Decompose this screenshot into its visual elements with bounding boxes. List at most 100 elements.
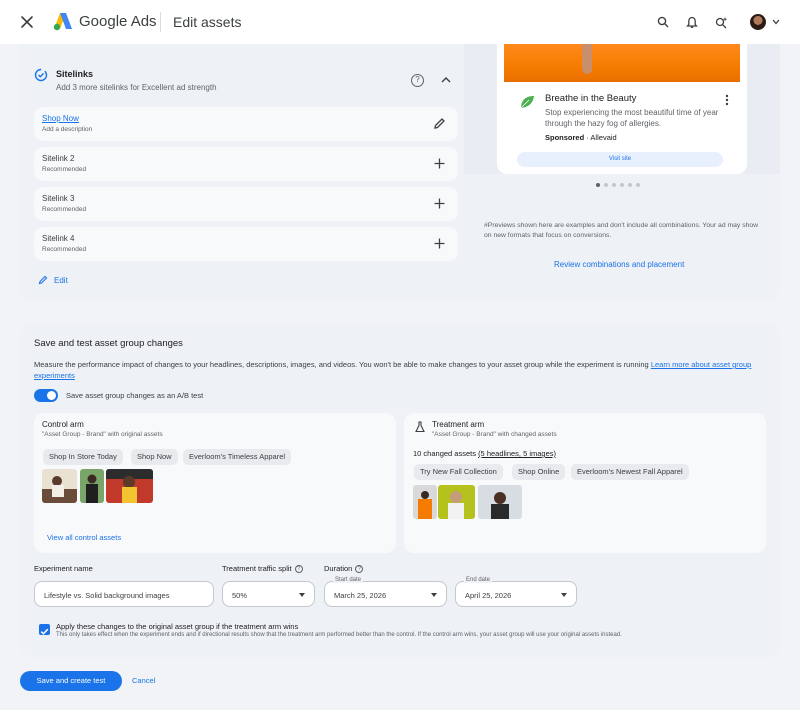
review-combinations-link[interactable]: Review combinations and placement xyxy=(554,260,684,269)
headline-chip: Shop Online xyxy=(512,464,566,480)
sitelink-row[interactable]: Sitelink 3 Recommended xyxy=(34,187,458,221)
sitelink-name[interactable]: Shop Now xyxy=(42,114,79,123)
ad-description: Stop experiencing the most beautiful tim… xyxy=(545,108,719,128)
chevron-up-icon[interactable] xyxy=(440,75,452,85)
search-icon[interactable] xyxy=(652,11,674,33)
start-date-label: Start date xyxy=(333,577,364,583)
pencil-icon xyxy=(38,275,48,285)
experiment-name-value: Lifestyle vs. Solid background images xyxy=(44,591,170,600)
carousel-dot[interactable] xyxy=(612,183,616,187)
check-icon xyxy=(40,628,49,635)
advertiser-name: · Allevaid xyxy=(586,133,617,142)
traffic-split-select[interactable]: 50% xyxy=(222,581,315,607)
treatment-image xyxy=(478,485,522,519)
info-icon[interactable]: ? xyxy=(355,565,364,574)
changed-breakdown: (5 headlines, 5 images) xyxy=(478,449,557,458)
ad-image xyxy=(504,44,740,82)
dropdown-arrow-icon xyxy=(561,593,567,597)
page-title: Edit assets xyxy=(173,14,242,30)
ab-test-toggle[interactable] xyxy=(34,389,58,402)
sitelink-name: Sitelink 4 xyxy=(42,234,75,243)
dropdown-arrow-icon xyxy=(431,593,437,597)
end-date-label: End date xyxy=(464,577,493,583)
plus-icon[interactable] xyxy=(433,157,446,170)
changed-assets-summary: 10 changed assets (5 headlines, 5 images… xyxy=(413,449,556,458)
control-arm-title: Control arm xyxy=(42,420,84,429)
edit-label: Edit xyxy=(54,275,68,285)
account-menu[interactable] xyxy=(746,10,782,34)
bell-icon[interactable] xyxy=(681,11,703,33)
edit-sitelinks-link[interactable]: Edit xyxy=(38,275,68,285)
brand-name: Google Ads xyxy=(79,13,157,30)
treatment-image xyxy=(438,485,475,519)
duration-label-text: Duration xyxy=(324,564,353,573)
sitelink-description: Recommended xyxy=(42,246,87,253)
apply-changes-label: Apply these changes to the original asse… xyxy=(56,622,299,631)
carousel-dot[interactable] xyxy=(620,183,624,187)
traffic-split-label-text: Treatment traffic split xyxy=(222,564,292,573)
carousel-dot[interactable] xyxy=(604,183,608,187)
view-control-assets-link[interactable]: View all control assets xyxy=(47,533,121,542)
experiment-name-label: Experiment name xyxy=(34,564,93,573)
cancel-button[interactable]: Cancel xyxy=(132,676,155,685)
start-date-select[interactable]: Start date March 25, 2026 xyxy=(324,577,447,607)
ab-test-toggle-label: Save asset group changes as an A/B test xyxy=(66,391,204,400)
sitelinks-subtitle: Add 3 more sitelinks for Excellent ad st… xyxy=(56,83,217,92)
flask-icon xyxy=(415,421,425,433)
headline-chip: Shop Now xyxy=(131,449,178,465)
headline-chip: Try New Fall Collection xyxy=(414,464,503,480)
sponsored-line: Sponsored · Allevaid xyxy=(545,133,617,142)
treatment-arm-title: Treatment arm xyxy=(432,420,485,429)
save-and-create-test-button[interactable]: Save and create test xyxy=(20,671,122,691)
avatar[interactable] xyxy=(750,14,766,30)
start-date-value: March 25, 2026 xyxy=(334,591,387,600)
end-date-value: April 25, 2026 xyxy=(465,591,512,600)
help-icon[interactable]: ? xyxy=(411,74,424,87)
sitelink-name: Sitelink 3 xyxy=(42,194,75,203)
info-icon[interactable]: ? xyxy=(294,565,303,574)
duration-label: Duration? xyxy=(324,564,364,574)
sitelink-description: Add a description xyxy=(42,126,93,133)
end-date-select[interactable]: End date April 25, 2026 xyxy=(455,577,577,607)
carousel-dot[interactable] xyxy=(628,183,632,187)
google-ads-logo-icon xyxy=(53,13,72,31)
experiment-name-input[interactable]: Lifestyle vs. Solid background images xyxy=(34,581,214,607)
close-icon[interactable] xyxy=(18,13,36,31)
plus-icon[interactable] xyxy=(433,197,446,210)
sitelink-row[interactable]: Sitelink 4 Recommended xyxy=(34,227,458,261)
carousel-dots[interactable] xyxy=(596,183,640,187)
sitelinks-title: Sitelinks xyxy=(56,69,94,79)
control-arm-subtitle: "Asset Group - Brand" with original asse… xyxy=(42,431,163,438)
pencil-icon[interactable] xyxy=(433,117,446,130)
traffic-split-value: 50% xyxy=(232,591,248,600)
carousel-dot[interactable] xyxy=(596,183,600,187)
control-image xyxy=(106,469,153,503)
apply-changes-note: This only takes effect when the experime… xyxy=(56,632,622,638)
plus-icon[interactable] xyxy=(433,237,446,250)
apply-changes-checkbox[interactable] xyxy=(39,624,50,635)
carousel-dot[interactable] xyxy=(636,183,640,187)
sitelink-row[interactable]: Sitelink 2 Recommended xyxy=(34,147,458,181)
top-bar: Google Ads Edit assets xyxy=(0,0,800,44)
sitelink-name: Sitelink 2 xyxy=(42,154,75,163)
dropdown-arrow-icon xyxy=(299,593,305,597)
description-text: Measure the performance impact of change… xyxy=(34,360,649,369)
sitelink-description: Recommended xyxy=(42,206,87,213)
sparkle-search-icon[interactable] xyxy=(710,11,732,33)
control-image xyxy=(42,469,77,503)
more-vert-icon[interactable] xyxy=(724,94,730,106)
headline-chip: Shop In Store Today xyxy=(43,449,123,465)
headline-chip: Everloom's Timeless Apparel xyxy=(183,449,292,465)
header-divider xyxy=(160,12,161,32)
headline-chip: Everloom's Newest Fall Apparel xyxy=(571,464,689,480)
preview-disclaimer: #Previews shown here are examples and do… xyxy=(484,222,759,239)
visit-site-button[interactable]: Visit site xyxy=(517,152,723,167)
save-test-title: Save and test asset group changes xyxy=(34,338,183,349)
control-image xyxy=(80,469,104,503)
changed-count: 10 changed assets xyxy=(413,449,476,458)
treatment-image xyxy=(413,485,437,519)
sitelink-row[interactable]: Shop Now Add a description xyxy=(34,107,458,141)
leaf-logo-icon xyxy=(520,96,534,109)
chevron-down-icon xyxy=(772,19,780,25)
check-circle-icon xyxy=(34,68,48,82)
